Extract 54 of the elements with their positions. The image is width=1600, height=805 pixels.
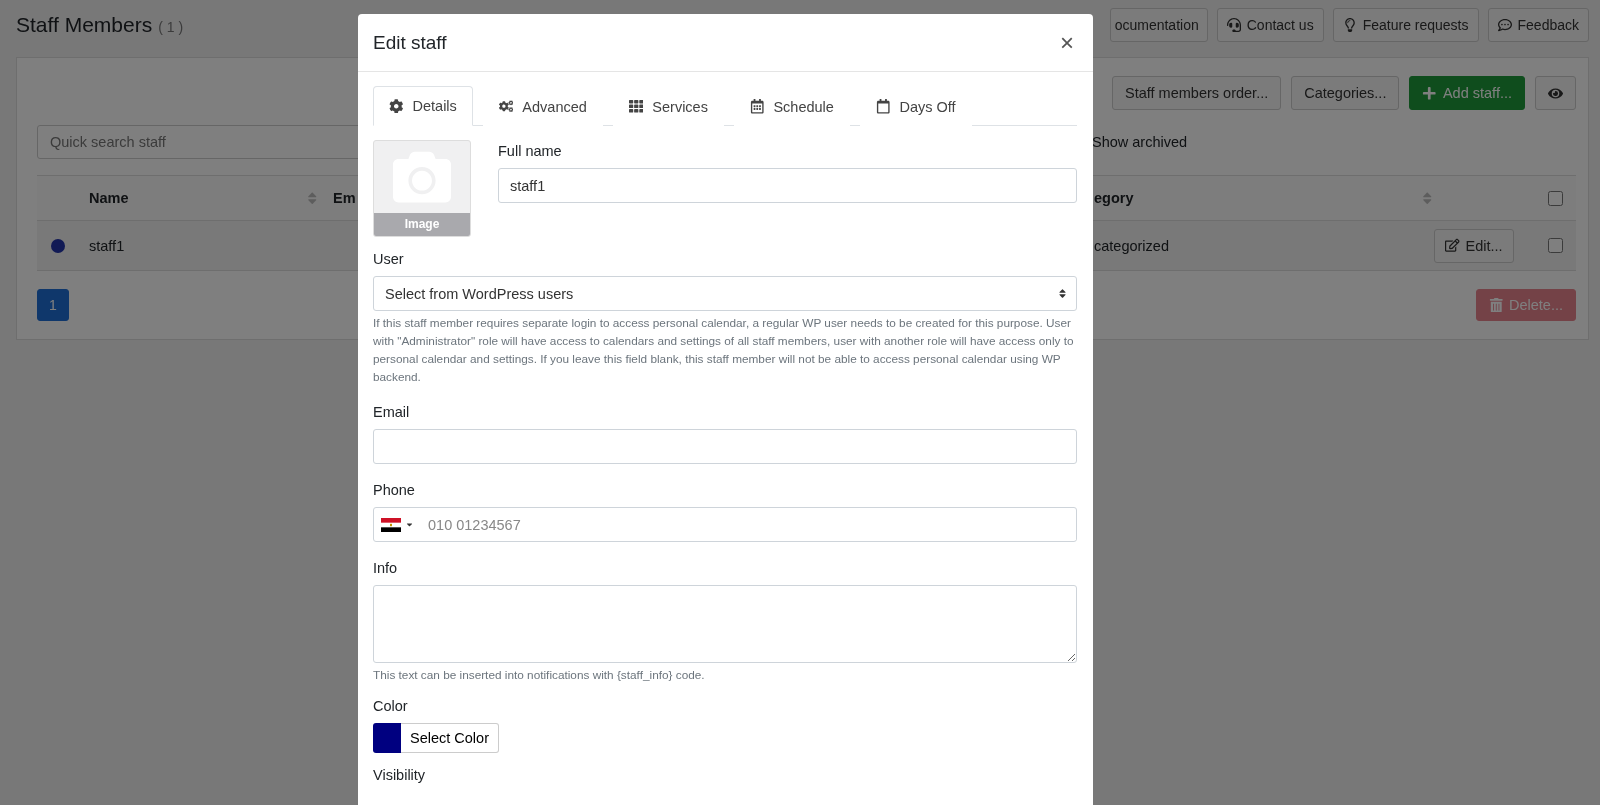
column-header[interactable]: Em — [333, 190, 356, 206]
image-placeholder[interactable]: Image — [373, 140, 471, 237]
image-label: Image — [374, 213, 470, 236]
sort-icon — [1057, 288, 1068, 299]
field-label: Email — [373, 404, 411, 420]
page-button[interactable]: 1 — [37, 289, 69, 321]
page-heading: Staff Members — [16, 13, 153, 37]
user-select[interactable]: Select from WordPress users — [373, 276, 1077, 311]
full-name-field[interactable]: staff1 — [498, 168, 1077, 203]
column-header[interactable]: Name — [89, 190, 129, 206]
headset-icon — [1226, 18, 1241, 32]
visibility-button[interactable] — [1535, 76, 1576, 110]
header-link-button[interactable]: Feature requests — [1332, 8, 1479, 42]
field-label: Full name — [498, 143, 563, 159]
lightbulb-icon — [1342, 18, 1357, 32]
field-label: Visibility — [373, 767, 427, 783]
close-button[interactable]: × — [1056, 28, 1078, 57]
table-cell-text: categorized — [1094, 237, 1170, 254]
grid-icon — [628, 99, 644, 114]
country-select[interactable] — [381, 517, 414, 532]
caret-icon — [405, 520, 414, 529]
staff-count: ( 1 ) — [158, 19, 184, 35]
info-textarea[interactable] — [373, 585, 1077, 663]
tab[interactable]: Details — [373, 86, 473, 126]
calendar-icon — [749, 99, 765, 114]
gears-icon — [498, 99, 514, 114]
header-link-button[interactable]: Contact us — [1216, 8, 1324, 42]
select-color-button[interactable]: Select Color — [401, 723, 499, 753]
edit-button[interactable]: Edit... — [1434, 228, 1514, 263]
field-label: Color — [373, 698, 409, 714]
gear-icon — [389, 98, 404, 114]
table-cell-text: staff1 — [89, 237, 126, 254]
toolbar-button[interactable]: Categories... — [1291, 76, 1400, 110]
email-field[interactable] — [373, 429, 1077, 464]
field-label: Info — [373, 560, 399, 576]
calendar-icon — [875, 99, 891, 114]
header-link-button[interactable]: Feedback — [1487, 8, 1589, 42]
column-header[interactable]: egory — [1094, 190, 1134, 206]
select-all-checkbox[interactable] — [1548, 190, 1563, 206]
comment-icon — [1497, 18, 1512, 32]
edit-icon — [1445, 238, 1460, 253]
row-checkbox[interactable] — [1548, 238, 1563, 253]
phone-field[interactable]: 010 01234567 — [373, 507, 1077, 542]
help-text: This text can be inserted into notifications with {staff_info} code. — [373, 667, 706, 684]
help-text: If this staff member requires separate login to access personal calendar, a regular WP user needs to be created for this purpose. User with "Administrator" role will have access to calendars and settings of all staff members, user with another role will have access only to personal calendar and settings. If you leave this field blank, this staff member will not be able to access personal calendar using WP backend. — [373, 315, 1075, 386]
dialog-title: Edit staff — [373, 31, 447, 54]
field-label: Phone — [373, 482, 416, 498]
color-swatch[interactable] — [373, 723, 401, 753]
flag-icon — [381, 517, 401, 532]
header-link-button[interactable]: ocumentation — [1109, 8, 1208, 42]
add-staff-button[interactable]: Add staff... — [1409, 76, 1525, 110]
field-label: User — [373, 251, 405, 267]
plus-icon — [1422, 85, 1437, 101]
toolbar-button[interactable]: Staff members order... — [1112, 76, 1282, 110]
